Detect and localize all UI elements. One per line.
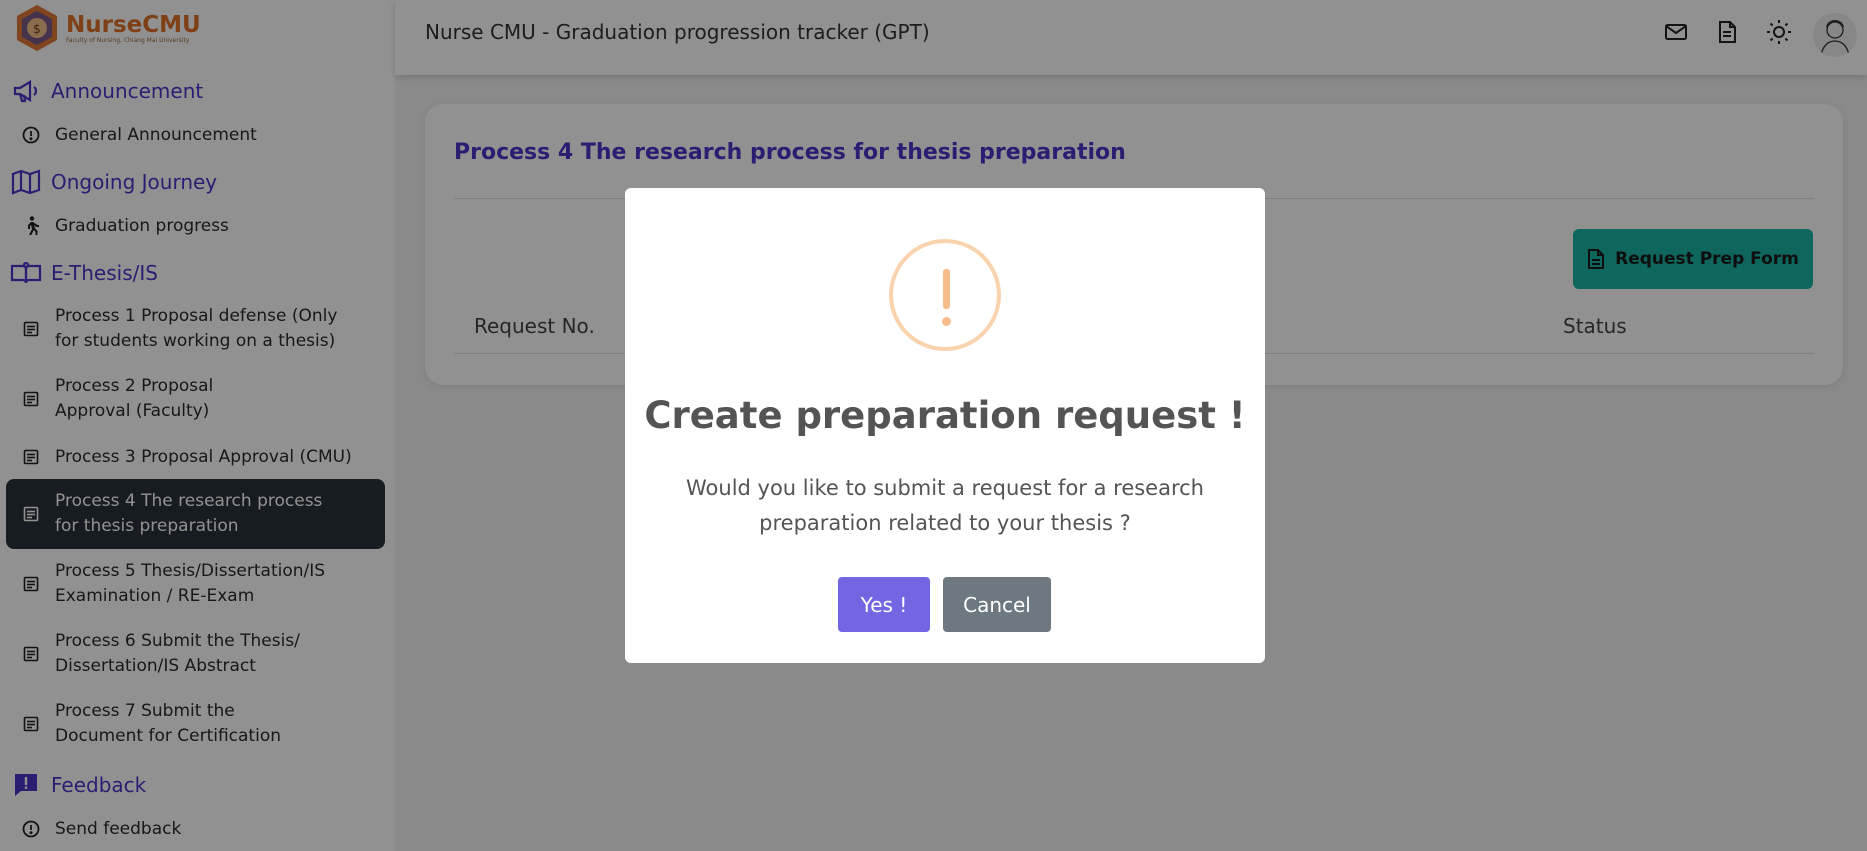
confirm-yes-button[interactable]: Yes ! [838,577,930,632]
dialog-message: Would you like to submit a request for a… [686,476,1204,535]
dialog-title: Create preparation request ! [644,394,1246,437]
confirm-dialog: Create preparation request ! Would you l… [625,188,1265,663]
warning-icon [889,239,1001,351]
cancel-button[interactable]: Cancel [943,577,1051,632]
